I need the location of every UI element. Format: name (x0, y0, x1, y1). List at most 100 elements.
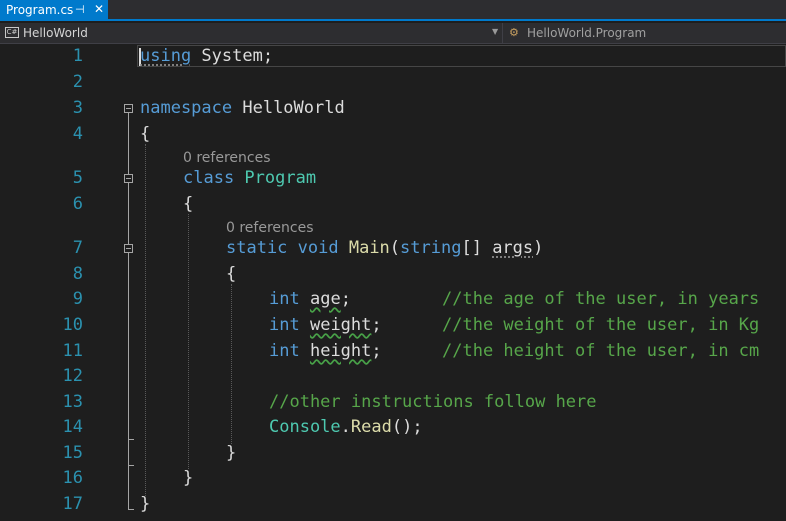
punctuation-token: ; (340, 289, 351, 309)
code-line-5[interactable]: 5 class Program (0, 168, 786, 188)
line-text: { (140, 124, 151, 144)
line-text: { (226, 264, 237, 284)
line-number: 13 (62, 392, 83, 412)
punctuation-token: [] (461, 238, 493, 258)
keyword-token: int (269, 315, 300, 335)
line-number: 8 (72, 264, 83, 284)
line-text: class Program (183, 168, 316, 188)
keyword-token: class (183, 168, 235, 188)
code-line-9[interactable]: 9 int age; //the age of the user, in yea… (0, 289, 786, 309)
type-token: Program (234, 168, 317, 188)
line-number: 2 (72, 72, 83, 92)
identifier-token: HelloWorld (232, 98, 345, 118)
csharp-project-icon: C# (5, 27, 19, 38)
code-line-10[interactable]: 10 int weight; //the weight of the user,… (0, 315, 786, 335)
pin-icon[interactable]: ⊣ (75, 3, 85, 16)
line-text: static void Main(string[] args) (226, 238, 543, 258)
code-line-13[interactable]: 13 //other instructions follow here (0, 392, 786, 412)
code-line-12[interactable]: 12 (0, 366, 786, 386)
class-icon: ⚙ (509, 26, 519, 39)
code-line-11[interactable]: 11 int height; //the height of the user,… (0, 341, 786, 361)
code-line-8[interactable]: 8 { (0, 264, 786, 284)
line-number: 17 (62, 494, 83, 514)
punctuation-token: . (340, 417, 351, 437)
line-text: Console.Read(); (269, 417, 423, 437)
member-label: HelloWorld.Program (527, 26, 647, 40)
method-token: Main (338, 238, 390, 258)
punctuation-token: ) (533, 238, 544, 258)
line-text: } (183, 468, 194, 488)
comment-token: //the height of the user, in cm (442, 341, 760, 361)
line-text: namespace HelloWorld (140, 98, 345, 118)
chevron-down-icon[interactable]: ▼ (492, 27, 498, 36)
line-text: int weight; (269, 315, 382, 335)
line-number: 3 (72, 98, 83, 118)
line-number: 9 (72, 289, 83, 309)
collapse-method-icon[interactable] (124, 244, 133, 253)
comment-token: //the weight of the user, in Kg (442, 315, 760, 335)
code-line-1[interactable]: 1 using System; (0, 46, 786, 66)
punctuation-token: (); (391, 417, 423, 437)
codelens-class-references[interactable]: 0 references (183, 150, 271, 166)
keyword-token: namespace (140, 98, 233, 118)
collapse-class-icon[interactable] (124, 174, 133, 183)
comment-token: //other instructions follow here (269, 392, 597, 412)
plain-token: System; (191, 46, 274, 66)
line-text: int age; (269, 289, 351, 309)
code-line-14[interactable]: 14 Console.Read(); (0, 417, 786, 437)
keyword-token: static (226, 238, 288, 258)
line-number: 6 (72, 194, 83, 214)
line-text: { (183, 194, 194, 214)
keyword-token: int (269, 289, 300, 309)
line-text: } (226, 443, 237, 463)
code-line-16[interactable]: 16 } (0, 468, 786, 488)
codelens-method-references[interactable]: 0 references (226, 220, 314, 236)
line-text: using System; (140, 46, 273, 66)
code-editor[interactable]: 1 using System; 2 3 namespace HelloWorld… (0, 44, 786, 521)
code-line-6[interactable]: 6 { (0, 194, 786, 214)
variable-token: weight (309, 315, 372, 335)
close-icon[interactable]: ✕ (94, 2, 104, 16)
code-line-2[interactable]: 2 (0, 72, 786, 92)
line-number: 1 (72, 46, 83, 66)
line-number: 7 (72, 238, 83, 258)
outline-guide-end-class (128, 465, 134, 466)
tab-program-cs[interactable]: Program.cs ⊣ ✕ (0, 0, 108, 21)
line-number: 16 (62, 468, 83, 488)
punctuation-token: ( (389, 238, 401, 258)
keyword-token: using (140, 46, 192, 66)
line-number: 10 (62, 315, 83, 335)
line-number: 5 (72, 168, 83, 188)
comment-token: //the age of the user, in years (442, 289, 760, 309)
code-line-17[interactable]: 17 } (0, 494, 786, 514)
keyword-token: int (269, 341, 300, 361)
punctuation-token: ; (371, 341, 382, 361)
line-number: 4 (72, 124, 83, 144)
line-text: } (140, 494, 151, 514)
member-dropdown[interactable]: ⚙ HelloWorld.Program (503, 23, 786, 43)
parameter-token: args (492, 238, 534, 258)
code-line-3[interactable]: 3 namespace HelloWorld (0, 98, 786, 118)
line-number: 11 (62, 341, 83, 361)
punctuation-token: ; (371, 315, 382, 335)
line-number: 15 (62, 443, 83, 463)
type-token: Console (269, 417, 341, 437)
method-token: Read (350, 417, 392, 437)
code-line-7[interactable]: 7 static void Main(string[] args) (0, 238, 786, 258)
document-tab-bar: Program.cs ⊣ ✕ (0, 0, 786, 21)
variable-token: height (309, 341, 372, 361)
collapse-namespace-icon[interactable] (124, 104, 133, 113)
project-dropdown[interactable]: C# HelloWorld ▼ (0, 23, 503, 43)
line-number: 12 (62, 366, 83, 386)
keyword-token: void (287, 238, 339, 258)
line-text: int height; (269, 341, 382, 361)
code-line-15[interactable]: 15 } (0, 443, 786, 463)
variable-token: age (309, 289, 341, 309)
tab-title: Program.cs (6, 3, 74, 17)
outline-guide-end-method (128, 439, 134, 440)
line-number: 14 (62, 417, 83, 437)
project-label: HelloWorld (23, 26, 88, 40)
code-line-4[interactable]: 4 { (0, 124, 786, 144)
keyword-token: string (400, 238, 462, 258)
navigation-bar: C# HelloWorld ▼ ⚙ HelloWorld.Program (0, 23, 786, 44)
